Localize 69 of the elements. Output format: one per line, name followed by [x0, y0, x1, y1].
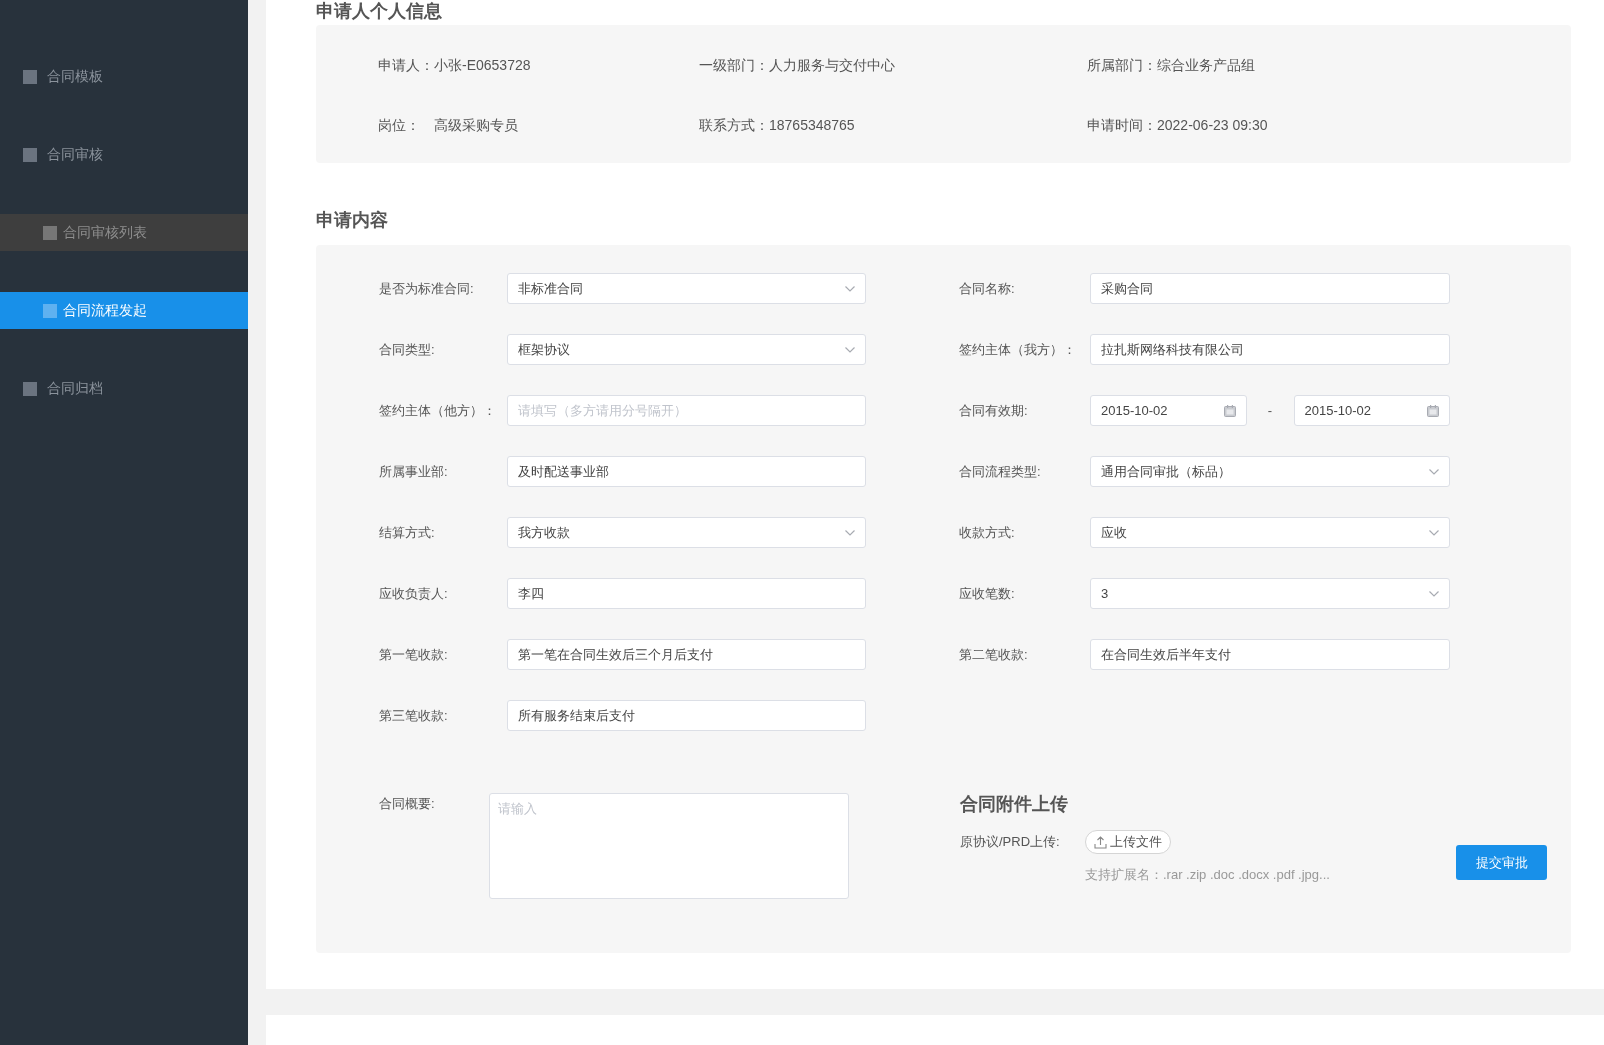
- sidebar-item[interactable]: 合同审核: [0, 136, 248, 173]
- info-label: 一级部门：: [699, 56, 769, 75]
- calendar-icon: [1223, 404, 1236, 417]
- field-label: 收款方式:: [959, 523, 1015, 542]
- field-label: 结算方式:: [379, 523, 435, 542]
- field-label: 应收负责人:: [379, 584, 448, 603]
- field-label: 签约主体（他方）：: [379, 401, 496, 420]
- sidebar-item[interactable]: 合同模板: [0, 58, 248, 95]
- text-field[interactable]: 及时配送事业部: [507, 456, 866, 487]
- chevron-down-icon: [845, 285, 855, 292]
- field-label: 所属事业部:: [379, 462, 448, 481]
- info-label: 联系方式：: [699, 116, 769, 135]
- text-field[interactable]: 拉扎斯网络科技有限公司: [1090, 334, 1450, 365]
- textarea-field[interactable]: 请输入: [489, 793, 849, 899]
- square-icon: [43, 303, 57, 318]
- attachment-title: 合同附件上传: [960, 793, 1068, 815]
- calendar-icon: [1427, 404, 1439, 417]
- text-field[interactable]: 请填写（多方请用分号隔开）: [507, 395, 866, 426]
- info-value: 综合业务产品组: [1157, 56, 1255, 75]
- field-label: 签约主体（我方）：: [959, 340, 1076, 359]
- chevron-down-icon: [1429, 529, 1439, 536]
- chevron-down-icon: [845, 346, 855, 353]
- field-label: 合同流程类型:: [959, 462, 1041, 481]
- field-label: 第二笔收款:: [959, 645, 1028, 664]
- square-icon: [43, 225, 57, 240]
- chevron-down-icon: [845, 529, 855, 536]
- select-field[interactable]: 非标准合同: [507, 273, 866, 304]
- upload-icon: [1094, 835, 1107, 849]
- text-field[interactable]: 采购合同: [1090, 273, 1450, 304]
- field-label: 合同类型:: [379, 340, 435, 359]
- upload-button[interactable]: 上传文件: [1085, 830, 1171, 854]
- date-field[interactable]: 2015-10-02: [1293, 395, 1450, 426]
- section-title: 申请内容: [316, 209, 388, 232]
- sidebar-item[interactable]: 合同归档: [0, 370, 248, 407]
- select-field[interactable]: 我方收款: [507, 517, 866, 548]
- range-separator: -: [1266, 403, 1274, 418]
- field-label: 第一笔收款:: [379, 645, 448, 664]
- info-value: 2022-06-23 09:30: [1157, 116, 1268, 135]
- text-field[interactable]: 在合同生效后半年支付: [1090, 639, 1450, 670]
- date-field[interactable]: 2015-10-02: [1090, 395, 1247, 426]
- info-value: 高级采购专员: [434, 116, 518, 135]
- select-field[interactable]: 框架协议: [507, 334, 866, 365]
- field-label: 合同有效期:: [959, 401, 1028, 420]
- info-value: 18765348765: [769, 116, 855, 135]
- field-label: 是否为标准合同:: [379, 279, 474, 298]
- chevron-down-icon: [1429, 468, 1439, 475]
- field-label: 原协议/PRD上传:: [960, 833, 1061, 851]
- field-label: 应收笔数:: [959, 584, 1015, 603]
- square-icon: [23, 147, 37, 162]
- select-field[interactable]: 3: [1090, 578, 1450, 609]
- text-field[interactable]: 所有服务结束后支付: [507, 700, 866, 731]
- text-field[interactable]: 第一笔在合同生效后三个月后支付: [507, 639, 866, 670]
- field-label: 合同名称:: [959, 279, 1015, 298]
- info-value: 人力服务与交付中心: [769, 56, 895, 75]
- chevron-down-icon: [1429, 590, 1439, 597]
- info-value: 小张-E0653728: [434, 56, 531, 75]
- field-label: 合同概要:: [379, 795, 435, 813]
- info-label: 申请人：: [378, 56, 434, 75]
- info-label: 申请时间：: [1087, 116, 1157, 135]
- info-label: 岗位：: [378, 116, 421, 135]
- info-label: 所属部门：: [1087, 56, 1157, 75]
- text-field[interactable]: 李四: [507, 578, 866, 609]
- select-field[interactable]: 应收: [1090, 517, 1450, 548]
- file-type-hint: 支持扩展名：.rar .zip .doc .docx .pdf .jpg...: [1085, 866, 1330, 884]
- select-field[interactable]: 通用合同审批（标品）: [1090, 456, 1450, 487]
- field-label: 第三笔收款:: [379, 706, 448, 725]
- square-icon: [23, 381, 37, 396]
- section-title: 申请人个人信息: [316, 0, 442, 22]
- square-icon: [23, 69, 37, 84]
